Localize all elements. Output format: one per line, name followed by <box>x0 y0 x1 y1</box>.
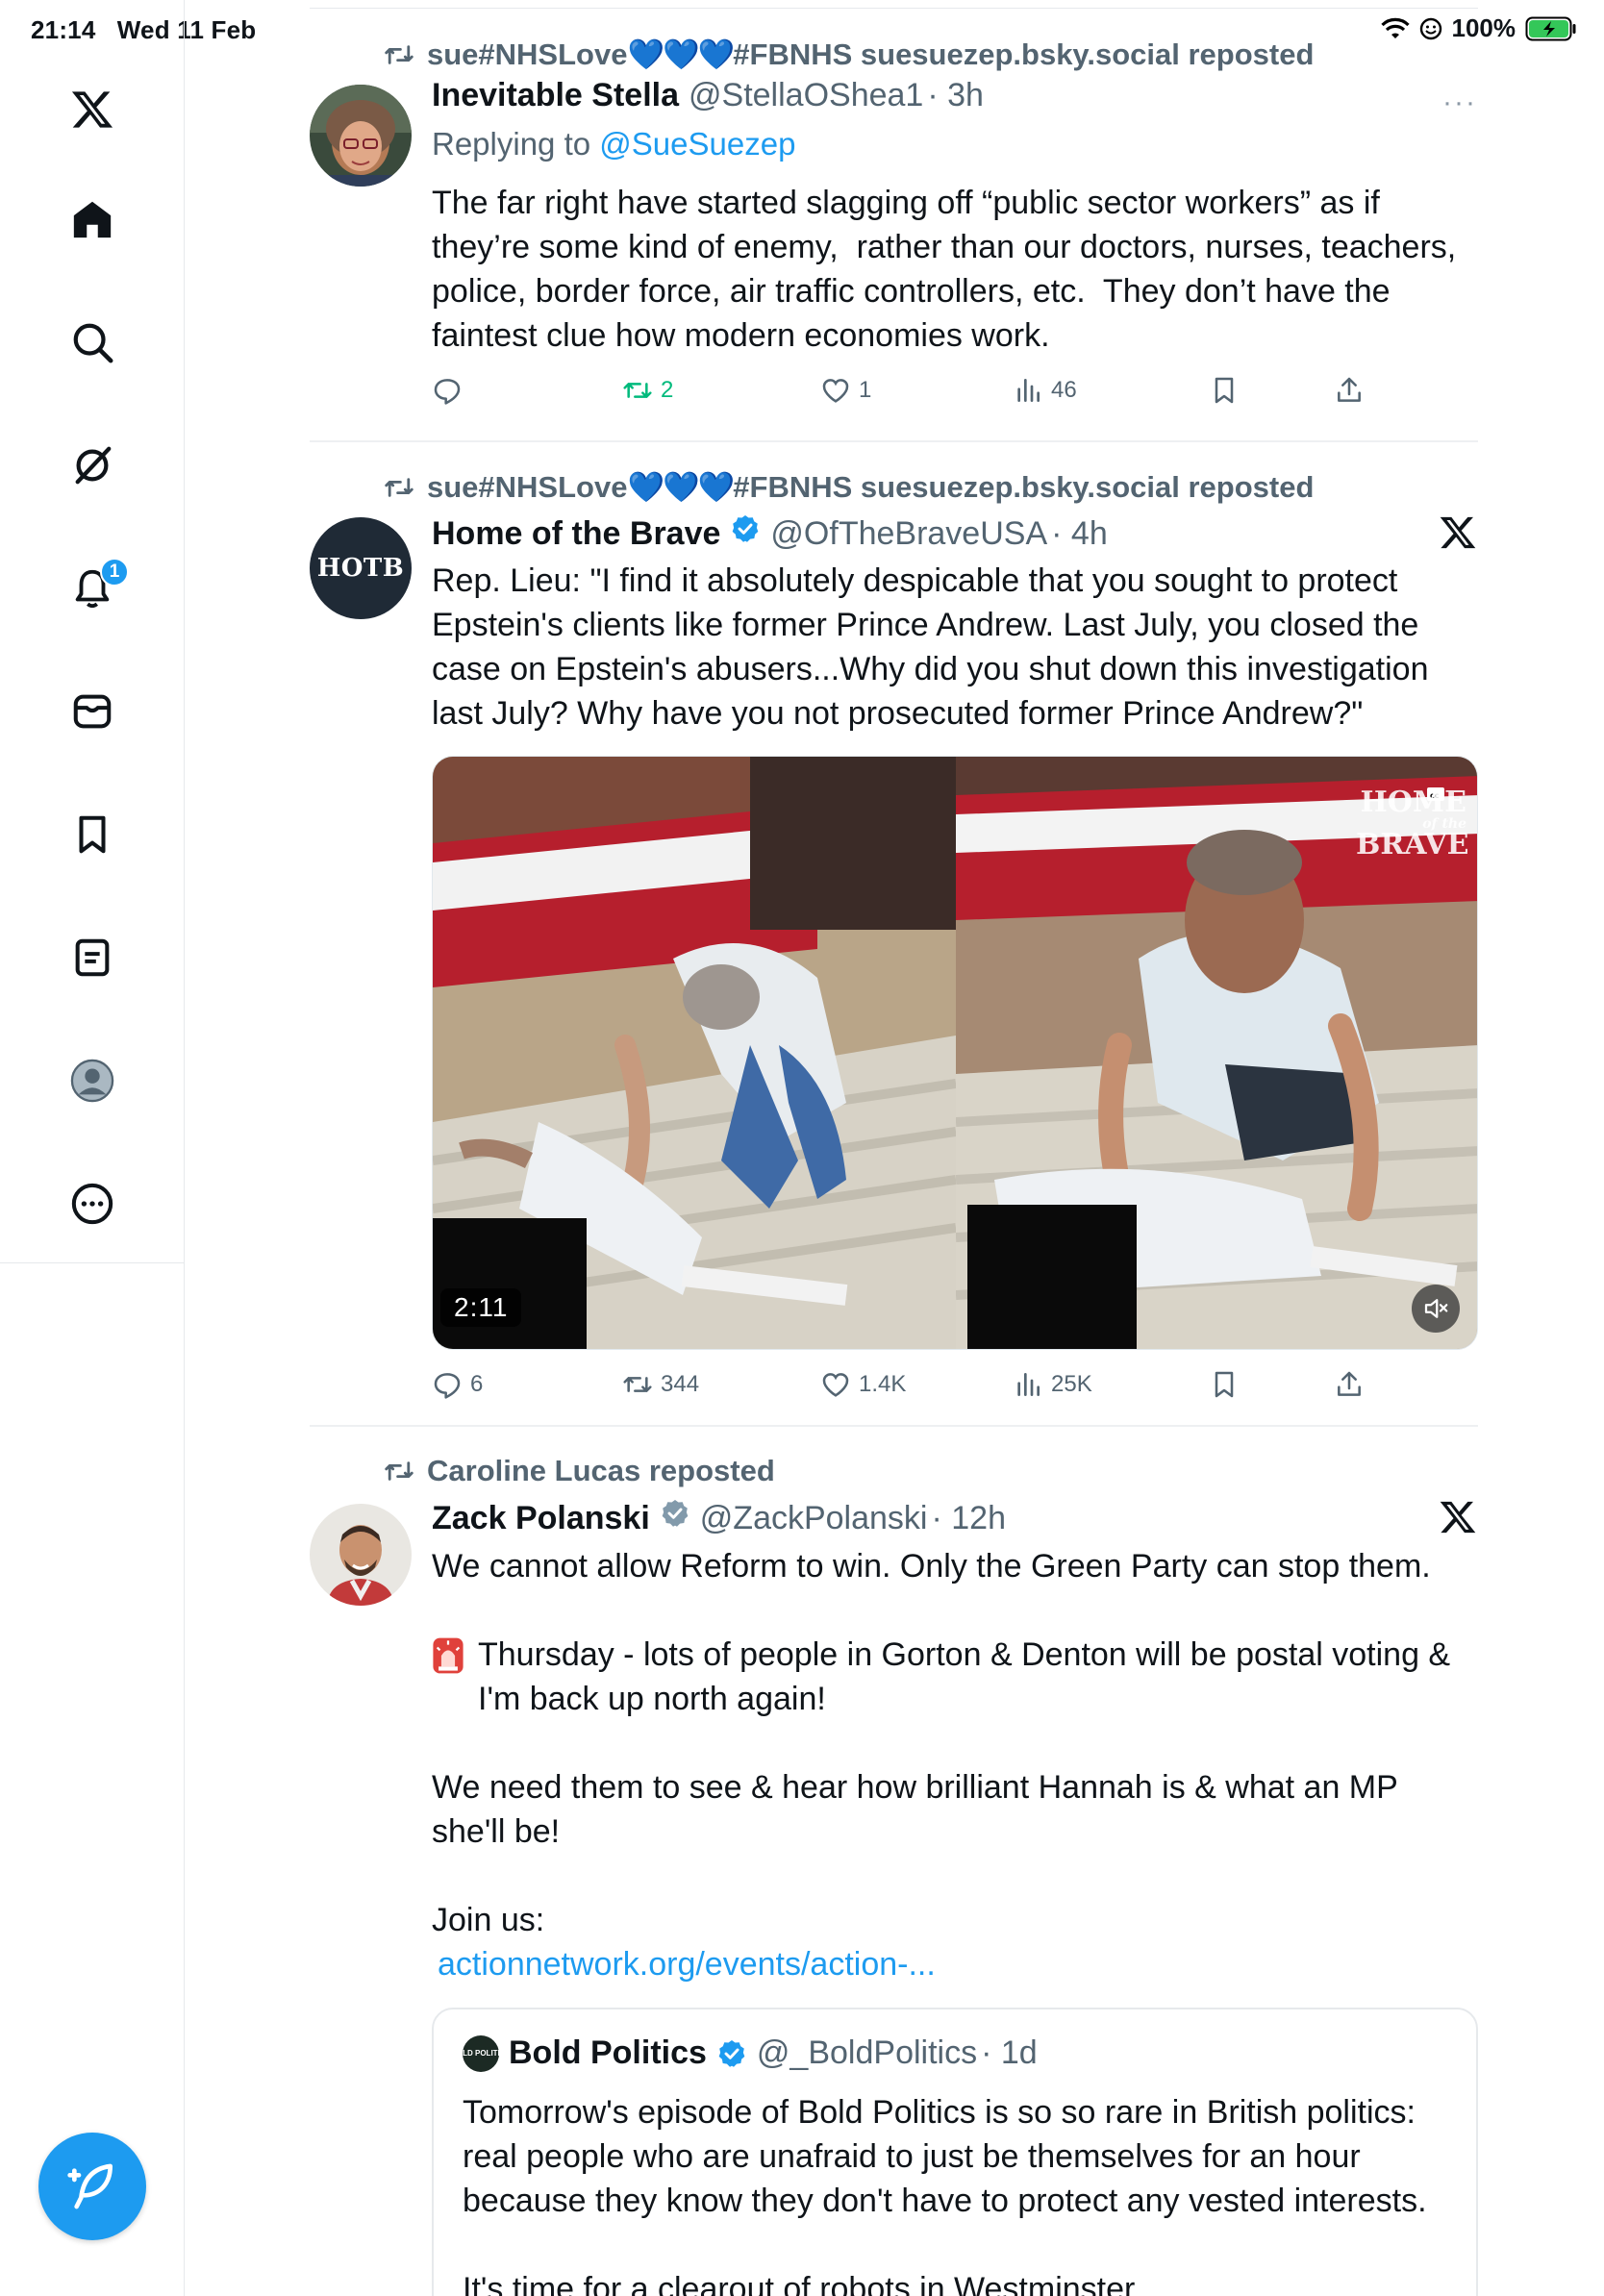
replying-to: Replying to @SueSuezep <box>432 126 796 162</box>
repost-context: sue#NHSLove💙💙💙#FBNHS suesuezep.bsky.soci… <box>383 37 1314 72</box>
mute-toggle[interactable] <box>1412 1285 1460 1333</box>
post-actions: 6 344 1.4K 25K <box>432 1369 1478 1408</box>
feed-top-divider <box>310 8 1478 9</box>
repost-icon <box>385 44 414 64</box>
action-network-link[interactable]: actionnetwork.org/events/action-... <box>438 1942 1484 1986</box>
bookmark-button[interactable] <box>1209 375 1240 406</box>
video-player[interactable]: cc <box>432 756 1478 1350</box>
more-icon[interactable] <box>63 1175 121 1233</box>
x-logo-icon <box>1440 1501 1476 1534</box>
verified-badge-icon <box>733 515 759 542</box>
post-header: Zack Polanski @ZackPolanski · 12h <box>432 1498 1006 1537</box>
quoted-author-name[interactable]: Bold Politics <box>509 2034 707 2072</box>
avatar-zack[interactable] <box>310 1504 412 1606</box>
author-name[interactable]: Home of the Brave <box>432 515 720 553</box>
repost-button[interactable]: 344 <box>622 1369 699 1400</box>
author-handle[interactable]: @StellaOShea1 <box>689 77 923 114</box>
post-text: Rep. Lieu: "I find it absolutely despica… <box>432 562 1438 732</box>
bookmarks-icon[interactable] <box>63 806 121 863</box>
post-time: · 4h <box>1051 515 1108 552</box>
compose-post-button[interactable] <box>38 2133 146 2240</box>
quoted-post-header: BOLD POLITICS Bold Politics @_BoldPoliti… <box>451 2034 1038 2072</box>
profile-avatar-icon[interactable] <box>63 1052 121 1110</box>
reply-button[interactable]: 6 <box>432 1369 483 1400</box>
repost-context: sue#NHSLove💙💙💙#FBNHS suesuezep.bsky.soci… <box>383 469 1314 505</box>
bookmark-icon <box>1215 1371 1234 1398</box>
post-divider <box>310 440 1478 442</box>
x-logo-icon[interactable] <box>63 81 121 138</box>
views-button[interactable]: 46 <box>1013 375 1077 406</box>
repost-icon <box>623 383 652 398</box>
like-button[interactable]: 1 <box>820 375 871 406</box>
post-time: · 12h <box>931 1500 1007 1536</box>
heart-icon <box>822 379 849 403</box>
author-handle[interactable]: @ZackPolanski <box>700 1500 928 1537</box>
status-icons: 100% <box>1380 13 1578 43</box>
repost-icon <box>623 1377 652 1392</box>
quoted-author-avatar[interactable]: BOLD POLITICS <box>451 2034 511 2072</box>
post-text: The far right have started slagging off … <box>432 185 1466 354</box>
repost-icon <box>385 1461 414 1481</box>
author-name[interactable]: Inevitable Stella <box>432 77 679 114</box>
views-button[interactable]: 25K <box>1013 1369 1092 1400</box>
replying-to-link[interactable]: @SueSuezep <box>599 126 795 162</box>
views-chart-icon <box>1017 1373 1040 1396</box>
post-time: · 3h <box>927 77 984 113</box>
home-icon[interactable] <box>63 190 121 248</box>
notification-badge: 1 <box>100 558 129 586</box>
more-options-button[interactable]: ··· <box>1442 87 1477 119</box>
lists-icon[interactable] <box>63 929 121 986</box>
grok-icon[interactable] <box>63 437 121 494</box>
post-header: Home of the Brave @OfTheBraveUSA · 4h <box>432 513 1108 553</box>
quoted-author-handle[interactable]: @_BoldPolitics <box>757 2034 977 2072</box>
x-logo-icon <box>1440 516 1476 549</box>
post-text-paragraph-2: Thursday - lots of people in Gorton & De… <box>432 1633 1478 1721</box>
wifi-icon <box>1380 17 1410 38</box>
post-actions: 2 1 46 <box>432 375 1478 413</box>
focus-icon <box>1419 17 1441 39</box>
video-duration: 2:11 <box>440 1288 522 1327</box>
search-icon[interactable] <box>63 313 121 371</box>
post-divider <box>310 1425 1478 1427</box>
battery-percent: 100% <box>1451 13 1516 42</box>
like-button[interactable]: 1.4K <box>820 1369 906 1400</box>
reply-icon <box>434 1373 461 1399</box>
author-handle[interactable]: @OfTheBraveUSA <box>770 515 1047 553</box>
reply-button[interactable] <box>432 375 470 406</box>
views-chart-icon <box>1017 379 1040 402</box>
share-button[interactable] <box>1334 1369 1365 1400</box>
share-button[interactable] <box>1334 375 1365 406</box>
heart-icon <box>822 1373 849 1397</box>
quoted-post-time: · 1d <box>981 2034 1038 2071</box>
sidebar-divider <box>0 1262 185 1263</box>
share-icon <box>1338 1371 1361 1396</box>
bookmark-button[interactable] <box>1209 1369 1240 1400</box>
avatar-hotb[interactable]: HOTB <box>310 517 412 619</box>
video-watermark: HOME of the BRAVE <box>1356 786 1469 861</box>
messages-icon[interactable] <box>63 683 121 740</box>
bookmark-icon <box>1215 377 1234 404</box>
verified-badge-icon <box>718 2039 745 2067</box>
sidebar: 1 <box>0 0 185 2296</box>
verified-badge-icon <box>662 1500 689 1527</box>
repost-context: Caroline Lucas reposted <box>383 1454 775 1488</box>
repost-button[interactable]: 2 <box>622 375 673 406</box>
battery-icon <box>1525 16 1576 40</box>
repost-icon <box>385 477 414 497</box>
siren-emoji-icon <box>433 1637 464 1674</box>
avatar-stella[interactable] <box>310 85 412 187</box>
author-name[interactable]: Zack Polanski <box>432 1500 650 1537</box>
post-text-paragraph-3: We need them to see & hear how brilliant… <box>432 1769 1407 1850</box>
muted-speaker-icon <box>1424 1299 1448 1318</box>
post-header: Inevitable Stella @StellaOShea1 · 3h <box>432 77 984 114</box>
reply-icon <box>434 379 461 405</box>
share-icon <box>1338 377 1361 402</box>
post-text-paragraph-4: Join us: <box>432 1902 545 1938</box>
post-text-line-1: We cannot allow Reform to win. Only the … <box>432 1548 1431 1585</box>
quoted-post-text: Tomorrow's episode of Bold Politics is s… <box>463 2094 1427 2296</box>
compose-feather-icon <box>67 2163 113 2209</box>
video-frame-left <box>433 757 956 1349</box>
quoted-post[interactable]: BOLD POLITICS Bold Politics @_BoldPoliti… <box>432 2008 1478 2296</box>
